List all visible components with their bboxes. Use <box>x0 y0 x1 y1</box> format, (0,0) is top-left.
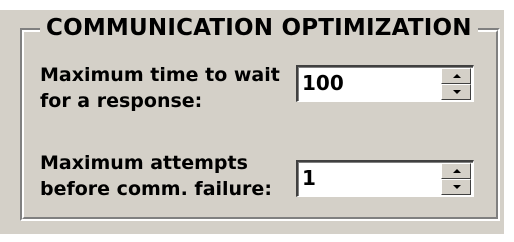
max-wait-time-spinbox[interactable]: 100 <box>296 65 474 102</box>
group-box-title: COMMUNICATION OPTIMIZATION <box>40 13 478 43</box>
arrow-up-icon <box>453 169 461 173</box>
max-attempts-label-line1: Maximum attempts <box>40 152 248 174</box>
max-attempts-input[interactable]: 1 <box>302 165 316 191</box>
outer-white-border-bottom <box>0 234 514 242</box>
max-wait-time-spin-buttons <box>441 68 471 100</box>
max-wait-time-label-line1: Maximum time to wait <box>40 64 280 86</box>
max-wait-time-label: Maximum time to wait for a response: <box>40 62 280 114</box>
max-attempts-decrement-button[interactable] <box>441 179 471 195</box>
max-wait-time-decrement-button[interactable] <box>441 84 471 100</box>
max-wait-time-input[interactable]: 100 <box>302 70 344 96</box>
max-wait-time-increment-button[interactable] <box>441 68 471 84</box>
max-attempts-spinbox[interactable]: 1 <box>296 160 474 197</box>
max-attempts-label-line2: before comm. failure: <box>40 178 272 200</box>
arrow-down-icon <box>453 185 461 189</box>
arrow-down-icon <box>453 90 461 94</box>
outer-white-border-right <box>504 0 514 242</box>
max-attempts-increment-button[interactable] <box>441 163 471 179</box>
max-attempts-spin-buttons <box>441 163 471 195</box>
max-attempts-label: Maximum attempts before comm. failure: <box>40 150 272 202</box>
arrow-up-icon <box>453 74 461 78</box>
max-wait-time-label-line2: for a response: <box>40 90 203 112</box>
outer-white-border-top <box>0 0 514 10</box>
